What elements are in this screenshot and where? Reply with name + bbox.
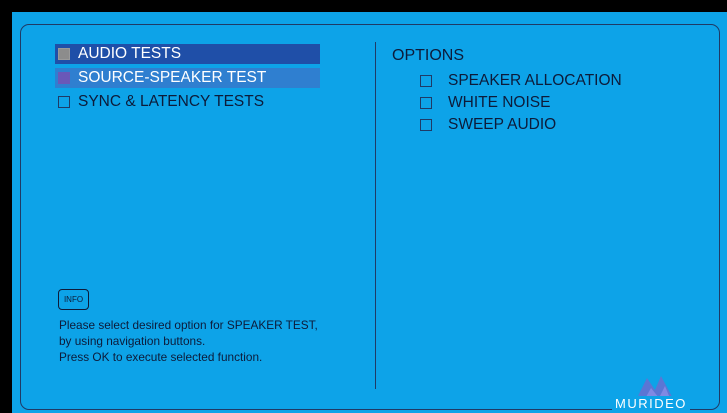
option-speaker-allocation[interactable]: SPEAKER ALLOCATION [420, 71, 622, 91]
menu-checkbox [58, 48, 70, 60]
option-label: SPEAKER ALLOCATION [448, 72, 622, 89]
menu-checkbox [58, 96, 70, 108]
option-white-noise[interactable]: WHITE NOISE [420, 93, 550, 113]
menu-item-label: AUDIO TESTS [78, 45, 182, 62]
column-divider [375, 42, 376, 389]
option-checkbox[interactable] [420, 97, 432, 109]
option-label: WHITE NOISE [448, 94, 551, 111]
menu-item-sync-latency-tests[interactable]: SYNC & LATENCY TESTS [55, 92, 264, 112]
help-text-line: Press OK to execute selected function. [59, 350, 263, 364]
help-text-line: by using navigation buttons. [59, 334, 206, 348]
menu-item-source-speaker-test[interactable]: SOURCE-SPEAKER TEST [55, 68, 320, 88]
help-text-line: Please select desired option for SPEAKER… [59, 318, 318, 332]
option-label: SWEEP AUDIO [448, 116, 557, 133]
menu-item-label: SYNC & LATENCY TESTS [78, 93, 265, 110]
options-title: OPTIONS [392, 47, 465, 64]
menu-item-audio-tests[interactable]: AUDIO TESTS [55, 44, 320, 64]
brand-logo-text: MURIDEO [612, 396, 690, 411]
option-checkbox[interactable] [420, 119, 432, 131]
menu-item-label: SOURCE-SPEAKER TEST [78, 69, 267, 86]
option-checkbox[interactable] [420, 75, 432, 87]
info-button[interactable]: INFO [58, 289, 89, 310]
menu-checkbox [58, 72, 70, 84]
option-sweep-audio[interactable]: SWEEP AUDIO [420, 115, 556, 135]
